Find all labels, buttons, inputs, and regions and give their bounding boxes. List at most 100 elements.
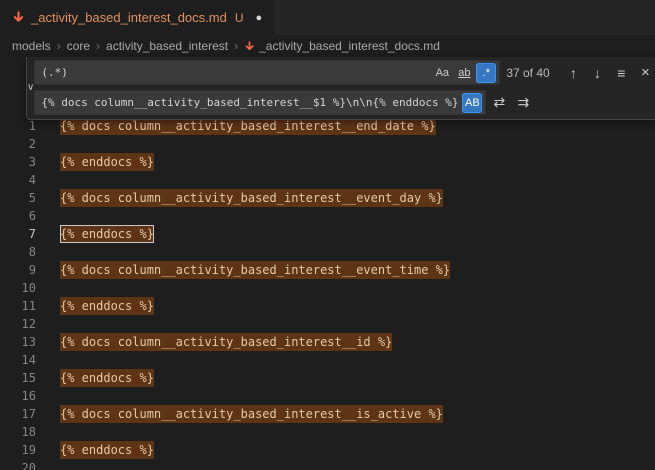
editor-line: 15 {% enddocs %} xyxy=(0,369,655,387)
replace-all-icon: ⇉ xyxy=(517,94,529,111)
code-line[interactable]: {% enddocs %} xyxy=(60,441,154,459)
breadcrumb-separator: › xyxy=(234,39,238,53)
dbt-file-icon xyxy=(12,11,25,24)
editor-line: 12 xyxy=(0,315,655,333)
line-number: 18 xyxy=(0,423,36,441)
find-options: Aa ab .* xyxy=(432,63,496,83)
line-number: 15 xyxy=(0,369,36,387)
chevron-down-icon: ∨ xyxy=(27,82,34,93)
replace-input[interactable] xyxy=(41,96,460,109)
line-number: 16 xyxy=(0,387,36,405)
unsaved-changes-dot[interactable]: ● xyxy=(256,12,263,24)
find-input-box[interactable]: Aa ab .* xyxy=(34,60,500,85)
replace-icon: ⇄ xyxy=(493,94,505,111)
results-count: 37 of 40 xyxy=(506,66,554,80)
line-number: 9 xyxy=(0,261,36,279)
line-number: 7 xyxy=(0,225,36,243)
replace-input-box[interactable]: AB xyxy=(34,90,486,115)
code-line[interactable]: {% docs column__activity_based_interest_… xyxy=(60,333,392,351)
line-number: 11 xyxy=(0,297,36,315)
find-match[interactable]: {% docs column__activity_based_interest_… xyxy=(60,333,392,351)
line-number: 3 xyxy=(0,153,36,171)
dbt-file-icon xyxy=(244,41,255,52)
previous-match-button[interactable]: ↑ xyxy=(562,62,584,84)
editor-line: 11 {% enddocs %} xyxy=(0,297,655,315)
editor-line: 3 {% enddocs %} xyxy=(0,153,655,171)
editor-line: 17 {% docs column__activity_based_interes… xyxy=(0,405,655,423)
next-match-button[interactable]: ↓ xyxy=(586,62,608,84)
selection-lines-icon: ≡ xyxy=(617,65,625,81)
tab-bar: _activity_based_interest_docs.md U ● xyxy=(0,0,655,35)
find-replace-widget: ∨ Aa ab .* 37 of 40 ↑ ↓ ≡ xyxy=(26,57,655,120)
code-line[interactable]: {% enddocs %} xyxy=(60,369,154,387)
breadcrumb-models[interactable]: models xyxy=(12,39,51,53)
line-number: 12 xyxy=(0,315,36,333)
breadcrumb-separator: › xyxy=(96,39,100,53)
close-find-widget-button[interactable]: × xyxy=(634,62,655,84)
editor-line: 6 xyxy=(0,207,655,225)
find-match[interactable]: {% enddocs %} xyxy=(60,441,154,459)
editor-line: 2 xyxy=(0,135,655,153)
breadcrumb-file[interactable]: _activity_based_interest_docs.md xyxy=(244,39,440,53)
code-line[interactable]: {% enddocs %} xyxy=(60,225,154,243)
code-line[interactable]: {% docs column__activity_based_interest_… xyxy=(60,405,443,423)
editor-line: 9 {% docs column__activity_based_interest… xyxy=(0,261,655,279)
find-input[interactable] xyxy=(41,66,430,79)
arrow-up-icon: ↑ xyxy=(570,65,577,81)
preserve-case-toggle[interactable]: AB xyxy=(462,93,482,113)
find-in-selection-button[interactable]: ≡ xyxy=(610,62,632,84)
match-case-toggle[interactable]: Aa xyxy=(432,63,452,83)
line-number: 4 xyxy=(0,171,36,189)
replace-button[interactable]: ⇄ xyxy=(488,92,510,114)
line-number: 10 xyxy=(0,279,36,297)
line-number: 20 xyxy=(0,459,36,470)
find-match[interactable]: {% docs column__activity_based_interest_… xyxy=(60,261,450,279)
find-match[interactable]: {% enddocs %} xyxy=(60,369,154,387)
replace-all-button[interactable]: ⇉ xyxy=(512,92,534,114)
editor-line: 8 xyxy=(0,243,655,261)
code-line[interactable]: {% docs column__activity_based_interest_… xyxy=(60,189,443,207)
tab-filename: _activity_based_interest_docs.md xyxy=(31,10,227,25)
editor-line: 13 {% docs column__activity_based_interes… xyxy=(0,333,655,351)
line-number: 19 xyxy=(0,441,36,459)
find-match[interactable]: {% enddocs %} xyxy=(60,297,154,315)
whole-word-toggle[interactable]: ab xyxy=(454,63,474,83)
editor-line: 20 xyxy=(0,459,655,470)
regex-toggle[interactable]: .* xyxy=(476,63,496,83)
line-number: 2 xyxy=(0,135,36,153)
find-match[interactable]: {% docs column__activity_based_interest_… xyxy=(60,189,443,207)
line-number: 8 xyxy=(0,243,36,261)
editor-line: 14 xyxy=(0,351,655,369)
arrow-down-icon: ↓ xyxy=(594,65,601,81)
editor-line: 16 xyxy=(0,387,655,405)
breadcrumb-separator: › xyxy=(57,39,61,53)
line-number: 14 xyxy=(0,351,36,369)
breadcrumb: models › core › activity_based_interest … xyxy=(0,35,655,57)
line-number: 17 xyxy=(0,405,36,423)
line-number: 6 xyxy=(0,207,36,225)
replace-row: AB ⇄ ⇉ xyxy=(34,90,655,115)
line-number: 5 xyxy=(0,189,36,207)
tab-activity-based-interest-docs[interactable]: _activity_based_interest_docs.md U ● xyxy=(0,0,274,35)
find-match[interactable]: {% enddocs %} xyxy=(60,153,154,171)
editor-line: 10 xyxy=(0,279,655,297)
code-line[interactable]: {% enddocs %} xyxy=(60,153,154,171)
toggle-replace-button[interactable]: ∨ xyxy=(27,60,34,115)
editor-line: 18 xyxy=(0,423,655,441)
breadcrumb-core[interactable]: core xyxy=(67,39,90,53)
breadcrumb-file-label: _activity_based_interest_docs.md xyxy=(259,39,440,53)
editor-line: 4 xyxy=(0,171,655,189)
current-find-match[interactable]: {% enddocs %} xyxy=(60,225,154,243)
close-icon: × xyxy=(641,64,650,81)
code-line[interactable]: {% docs column__activity_based_interest_… xyxy=(60,261,450,279)
breadcrumb-activity-based-interest[interactable]: activity_based_interest xyxy=(106,39,228,53)
editor-line: 5 {% docs column__activity_based_interest… xyxy=(0,189,655,207)
replace-options: AB xyxy=(462,93,482,113)
git-status-badge: U xyxy=(235,11,244,25)
find-match[interactable]: {% docs column__activity_based_interest_… xyxy=(60,405,443,423)
find-row: Aa ab .* 37 of 40 ↑ ↓ ≡ × xyxy=(34,60,655,85)
code-line[interactable]: {% enddocs %} xyxy=(60,297,154,315)
line-number: 13 xyxy=(0,333,36,351)
editor-line: 7 {% enddocs %} xyxy=(0,225,655,243)
editor-line: 19 {% enddocs %} xyxy=(0,441,655,459)
